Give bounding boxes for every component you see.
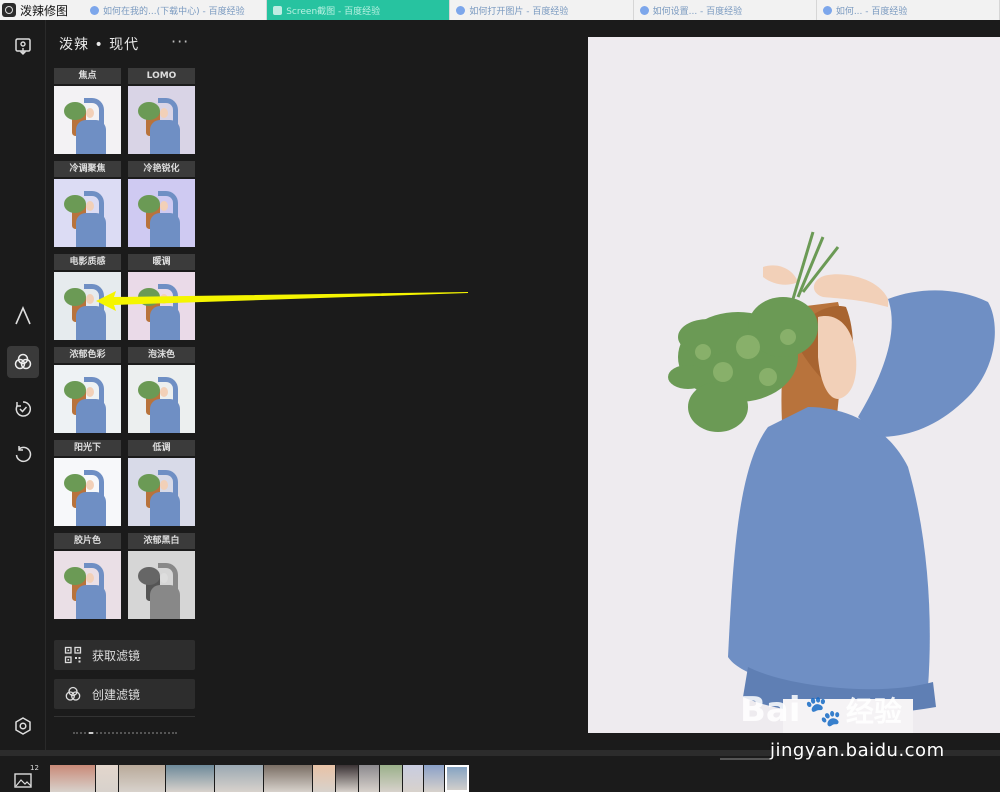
filmstrip-thumbnail[interactable]	[215, 765, 263, 792]
filter-thumbnail	[54, 365, 121, 433]
filmstrip-thumbnail[interactable]	[96, 765, 118, 792]
filter-label: 胶片色	[54, 533, 121, 549]
filter-thumbnail	[128, 458, 195, 526]
filter-label: 电影质感	[54, 254, 121, 270]
filter-thumbnail	[128, 365, 195, 433]
filmstrip-thumbnail[interactable]	[50, 765, 95, 792]
paw-logo-icon: 🐾	[804, 694, 842, 729]
filter-panel: 泼辣 • 现代 ··· 焦点 LOMO 冷调聚焦 冷艳锐化电影质感 暖调浓郁色彩 泡沫色阳…	[47, 20, 203, 750]
filter-preset[interactable]: 冷调聚焦	[54, 161, 121, 247]
filter-thumbnail	[128, 551, 195, 619]
filter-label: 冷艳锐化	[128, 161, 195, 177]
filter-preset[interactable]: 低调	[128, 440, 195, 526]
browser-tab[interactable]: 如何打开图片 - 百度经验	[450, 0, 634, 20]
window-title: 泼辣修图	[20, 3, 69, 18]
import-photo-icon	[15, 38, 31, 55]
photo-filmstrip	[50, 765, 470, 792]
history-undo-button[interactable]	[7, 439, 39, 471]
filmstrip-thumbnail[interactable]	[313, 765, 335, 792]
filmstrip-thumbnail[interactable]	[119, 765, 165, 792]
filter-label: 阳光下	[54, 440, 121, 456]
filmstrip-thumbnail[interactable]	[424, 765, 444, 792]
qr-code-icon	[64, 646, 82, 664]
panel-page-indicator[interactable]	[73, 732, 177, 734]
filter-preset[interactable]: 浓郁黑白	[128, 533, 195, 619]
filter-thumbnail	[128, 86, 195, 154]
more-options-icon[interactable]: ···	[171, 32, 189, 51]
browser-tab[interactable]: 如何在我的...(下载中心) - 百度经验	[84, 0, 268, 20]
tab-favicon-icon	[273, 5, 283, 15]
timer-check-icon	[15, 401, 32, 417]
filter-preset[interactable]: 阳光下	[54, 440, 121, 526]
get-filters-label: 获取滤镜	[92, 648, 141, 663]
watermark-brand: Bai	[740, 690, 801, 730]
filmstrip-thumbnail[interactable]	[264, 765, 312, 792]
filmstrip-thumbnail[interactable]	[166, 765, 214, 792]
hexagon-gear-icon	[15, 717, 31, 735]
annotation-arrow	[96, 291, 468, 311]
text-a-icon	[15, 306, 31, 325]
filter-label: 浓郁黑白	[128, 533, 195, 549]
photo-canvas	[203, 20, 1000, 750]
filter-label: 焦点	[54, 68, 121, 84]
filter-label: 浓郁色彩	[54, 347, 121, 363]
filters-tool-button[interactable]	[7, 346, 39, 378]
presets-tool-button[interactable]	[7, 393, 39, 425]
filmstrip-thumbnail[interactable]	[380, 765, 402, 792]
page-indicator-current	[89, 732, 93, 734]
undo-icon	[15, 446, 32, 463]
tab-favicon-icon	[456, 5, 466, 15]
settings-button[interactable]	[7, 710, 39, 742]
filter-label: 冷调聚焦	[54, 161, 121, 177]
tab-favicon-icon	[822, 5, 832, 15]
left-toolbar	[0, 20, 46, 750]
filter-preset[interactable]: 泡沫色	[128, 347, 195, 433]
filter-thumbnail	[54, 551, 121, 619]
browser-tab-strip: 如何在我的...(下载中心) - 百度经验 Screen截图 - 百度经验 如何…	[84, 0, 1000, 20]
filter-thumbnail	[54, 86, 121, 154]
app-logo-icon	[2, 3, 16, 17]
filmstrip-thumbnail[interactable]	[403, 765, 423, 792]
filmstrip-thumbnail[interactable]	[445, 765, 469, 792]
browser-tab-active[interactable]: Screen截图 - 百度经验	[267, 0, 451, 20]
filter-label: LOMO	[128, 68, 195, 84]
filter-label: 泡沫色	[128, 347, 195, 363]
create-filter-button[interactable]: 创建滤镜	[54, 679, 195, 709]
tab-favicon-icon	[639, 5, 649, 15]
album-count-badge: 12	[30, 764, 39, 772]
filter-label: 低调	[128, 440, 195, 456]
browser-tab[interactable]: 如何... - 百度经验	[817, 0, 1000, 20]
filter-thumbnail	[54, 458, 121, 526]
filmstrip-thumbnail[interactable]	[359, 765, 379, 792]
filter-thumbnail	[54, 179, 121, 247]
panel-divider	[54, 716, 195, 717]
filter-circles-icon	[65, 686, 81, 701]
filter-circles-icon	[14, 353, 32, 370]
panel-title: 泼辣 • 现代	[59, 37, 140, 53]
photo-image	[588, 37, 1000, 733]
import-photo-button[interactable]	[7, 30, 39, 62]
filter-preset[interactable]: 焦点	[54, 68, 121, 154]
text-tool-button[interactable]	[7, 300, 39, 332]
filter-preset[interactable]: 冷艳锐化	[128, 161, 195, 247]
get-filters-button[interactable]: 获取滤镜	[54, 640, 195, 670]
filmstrip-thumbnail[interactable]	[336, 765, 358, 792]
filter-preset[interactable]: 浓郁色彩	[54, 347, 121, 433]
create-filter-label: 创建滤镜	[92, 687, 141, 702]
watermark-brand-suffix: 经验	[845, 695, 902, 728]
baidu-watermark: Bai 🐾 经验	[740, 690, 902, 730]
edited-photo[interactable]	[588, 37, 1000, 733]
tab-favicon-icon	[90, 5, 99, 15]
filter-label: 暖调	[128, 254, 195, 270]
filter-preset[interactable]: 胶片色	[54, 533, 121, 619]
browser-tab[interactable]: 如何设置... - 百度经验	[634, 0, 817, 20]
filter-thumbnail	[128, 179, 195, 247]
filter-preset[interactable]: LOMO	[128, 68, 195, 154]
watermark-url: jingyan.baidu.com	[770, 740, 945, 761]
horizontal-scrollbar[interactable]	[720, 758, 770, 760]
